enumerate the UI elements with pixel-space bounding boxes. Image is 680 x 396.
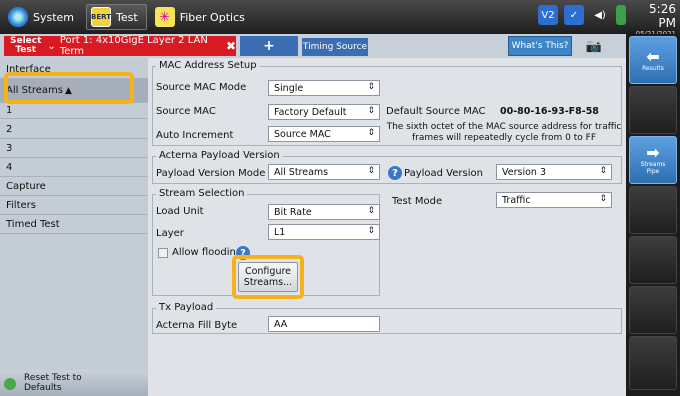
mac-section-title: MAC Address Setup [156, 60, 260, 71]
sidebar-item-1[interactable]: 1 [0, 103, 148, 119]
payload-version-select[interactable]: Version 3 ⇕ [496, 164, 612, 180]
updown-icon: ⇕ [367, 82, 375, 92]
source-mac-mode-select[interactable]: Single ⇕ [268, 80, 380, 96]
load-unit-select[interactable]: Bit Rate ⇕ [268, 204, 380, 220]
close-icon[interactable]: ✖ [226, 39, 236, 53]
source-mac-select[interactable]: Factory Default ⇕ [268, 104, 380, 120]
help-icon[interactable]: ? [388, 166, 402, 180]
clock: 5:26 PM 05/21/2021 [630, 2, 676, 38]
load-unit-label: Load Unit [156, 206, 204, 217]
whats-this-button[interactable]: What's This? [508, 36, 572, 56]
updown-icon: ⇕ [367, 206, 375, 216]
updown-icon: ⇕ [367, 226, 375, 236]
add-test-tab[interactable]: + [240, 36, 298, 56]
clock-time: 5:26 PM [649, 2, 676, 30]
updown-icon: ⇕ [599, 166, 607, 176]
auto-increment-note: The sixth octet of the MAC source addres… [386, 122, 622, 143]
softkey-7[interactable] [629, 336, 677, 390]
payload-version-label: Payload Version [404, 168, 483, 179]
sidebar-item-4[interactable]: 4 [0, 158, 148, 177]
highlight-configure-streams [232, 255, 304, 299]
fill-byte-label: Acterna Fill Byte [156, 320, 238, 331]
test-mode-select[interactable]: Traffic ⇕ [496, 192, 612, 208]
softkey-6[interactable] [629, 286, 677, 334]
payload-version-mode-select[interactable]: All Streams ⇕ [268, 164, 380, 180]
tab-timing-source[interactable]: Timing Source [302, 38, 368, 56]
main-panel: MAC Address Setup Source MAC Mode Single… [148, 58, 626, 396]
select-test-label[interactable]: Select Test [10, 37, 41, 55]
streams-pipe-button[interactable]: ➡ Streams Pipe [629, 136, 677, 184]
gear-icon [8, 7, 28, 27]
bert-icon: BERT [91, 7, 112, 27]
top-bar: System BERT Test ✳ Fiber Optics V2 ✓ ◀) … [0, 0, 680, 38]
results-button[interactable]: ⬅ Results [629, 36, 677, 84]
select-test-tab[interactable]: Select Test ⌄ Port 1: 4x10GigE Layer 2 L… [4, 35, 236, 57]
fiber-label: Fiber Optics [179, 10, 245, 24]
highlight-all-streams [4, 72, 134, 104]
softkey-5[interactable] [629, 236, 677, 284]
camera-icon[interactable]: 📷 [578, 36, 610, 56]
port-label: Port 1: 4x10GigE Layer 2 LAN Term [59, 35, 208, 57]
speaker-icon[interactable]: ◀) [590, 5, 610, 25]
softkey-2[interactable] [629, 86, 677, 134]
arrow-right-icon: ➡ [646, 143, 660, 162]
arrow-left-icon: ⬅ [646, 46, 660, 66]
default-source-mac-value: 00-80-16-93-F8-58 [500, 106, 599, 117]
auto-increment-label: Auto Increment [156, 130, 234, 141]
updown-icon: ⇕ [367, 128, 375, 138]
fill-byte-input[interactable]: AA [268, 316, 380, 332]
updown-icon: ⇕ [367, 166, 375, 176]
v2-badge-icon[interactable]: V2 [538, 5, 558, 25]
test-button[interactable]: BERT Test [86, 4, 147, 30]
test-label: Test [116, 10, 138, 24]
sidebar-item-filters[interactable]: Filters [0, 196, 148, 215]
allow-flooding-checkbox[interactable] [158, 248, 168, 258]
reset-icon [4, 378, 16, 390]
system-button[interactable]: System [4, 4, 82, 30]
sidebar: Interface All Streams ▲ 1 2 3 4 Capture F… [0, 58, 148, 396]
allow-flooding-label: Allow flooding [172, 247, 243, 258]
tx-payload-section-title: Tx Payload [156, 302, 217, 313]
layer-label: Layer [156, 228, 184, 239]
layer-select[interactable]: L1 ⇕ [268, 224, 380, 240]
signal-check-icon[interactable]: ✓ [564, 5, 584, 25]
sidebar-item-3[interactable]: 3 [0, 139, 148, 158]
fiber-icon: ✳ [154, 7, 175, 27]
source-mac-mode-label: Source MAC Mode [156, 82, 247, 93]
tab-bar: Select Test ⌄ Port 1: 4x10GigE Layer 2 L… [0, 34, 626, 58]
reset-test-button[interactable]: Reset Test to Defaults [0, 370, 148, 396]
chevron-down-icon: ⌄ [47, 40, 56, 52]
softkey-4[interactable] [629, 186, 677, 234]
payload-version-mode-label: Payload Version Mode [156, 168, 266, 179]
sidebar-item-timed-test[interactable]: Timed Test [0, 215, 148, 234]
source-mac-label: Source MAC [156, 106, 216, 117]
battery-icon [616, 5, 626, 25]
test-mode-label: Test Mode [392, 196, 443, 207]
system-label: System [33, 10, 75, 24]
default-source-mac-label: Default Source MAC [386, 106, 486, 117]
fiber-optics-button[interactable]: ✳ Fiber Optics [151, 4, 253, 30]
auto-increment-select[interactable]: Source MAC ⇕ [268, 126, 380, 142]
payload-section-title: Acterna Payload Version [156, 150, 283, 161]
status-icons: V2 ✓ ◀) [538, 5, 626, 25]
reset-label: Reset Test to Defaults [24, 373, 82, 393]
sidebar-item-capture[interactable]: Capture [0, 177, 148, 196]
stream-section-title: Stream Selection [156, 188, 248, 199]
right-softkeys: ⬅ Results ➡ Streams Pipe [626, 34, 680, 396]
sidebar-item-2[interactable]: 2 [0, 120, 148, 139]
updown-icon: ⇕ [599, 194, 607, 204]
updown-icon: ⇕ [367, 106, 375, 116]
